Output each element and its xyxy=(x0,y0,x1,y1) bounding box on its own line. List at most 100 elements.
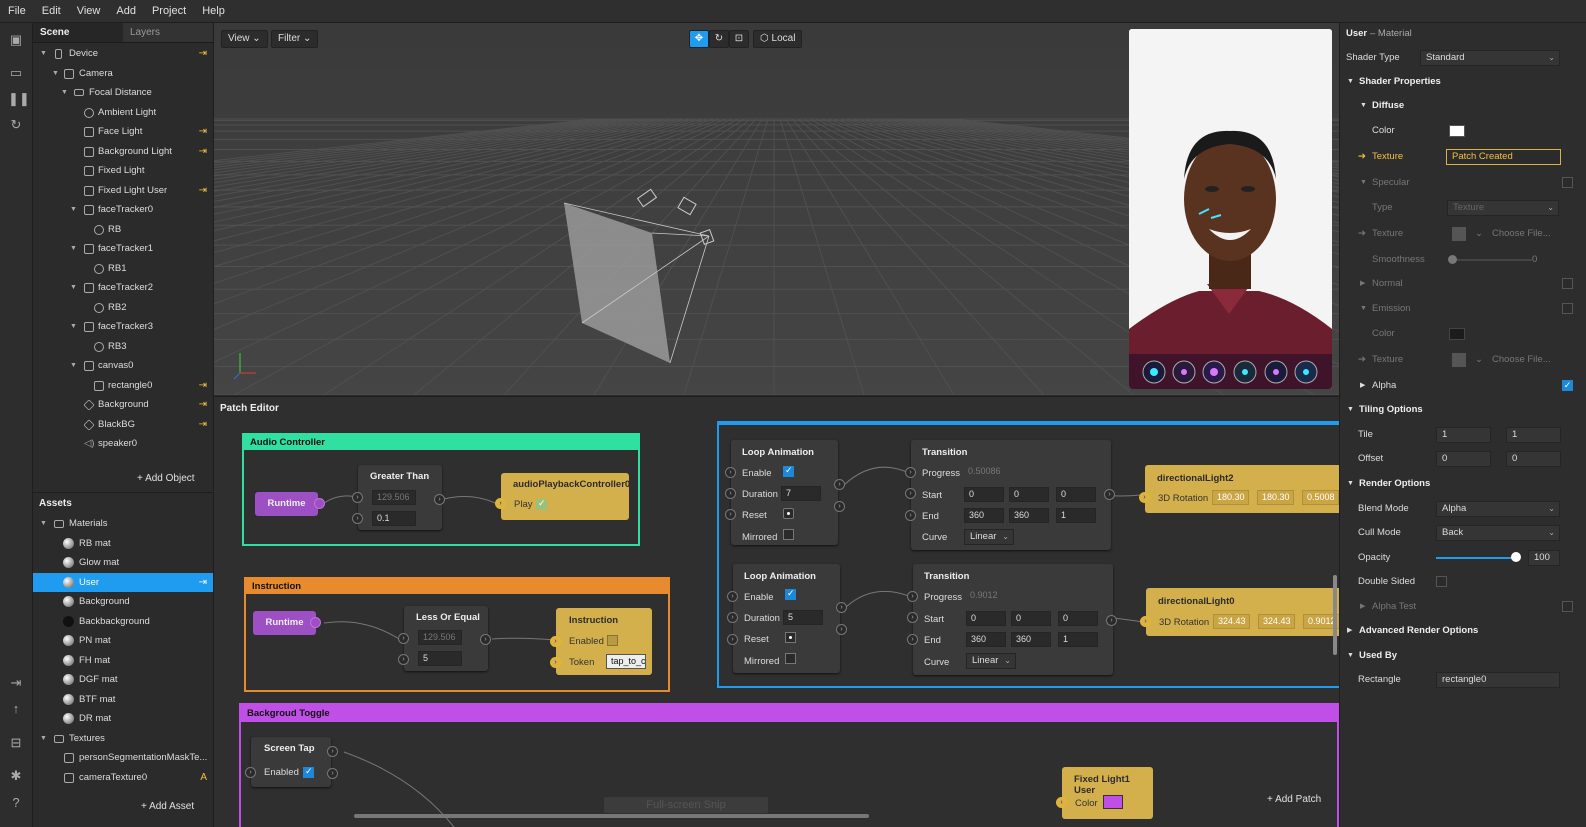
rotate-tool-icon[interactable]: ↻ xyxy=(709,30,729,48)
curve-select[interactable]: Linear ⌄ xyxy=(966,653,1016,669)
input-port[interactable]: › xyxy=(1139,492,1150,503)
tree-item-background-light[interactable]: Background Light ⇥ xyxy=(33,142,213,161)
rotation-y-input[interactable]: 324.43 xyxy=(1258,614,1295,629)
transition-patch[interactable]: Transition › Progress 0.50086 › Start 0 … xyxy=(905,440,1115,550)
asset-rb-mat[interactable]: RB mat xyxy=(33,534,213,553)
opacity-slider-handle[interactable] xyxy=(1511,552,1521,562)
tree-item-facetracker1[interactable]: ▼ faceTracker1 xyxy=(33,239,213,258)
bug-icon[interactable]: ✱ xyxy=(8,768,24,784)
directional-light2-patch[interactable]: directionalLight2 › 3D Rotation 180.30 1… xyxy=(1139,465,1339,513)
duration-input[interactable]: 7 xyxy=(781,486,821,501)
output-port[interactable]: › xyxy=(1104,489,1115,500)
menu-file[interactable]: File xyxy=(0,5,34,17)
reset-pulse[interactable] xyxy=(785,632,796,643)
export-icon[interactable]: ⊟ xyxy=(8,735,24,751)
output-port[interactable]: › xyxy=(480,634,491,645)
tree-item-device[interactable]: ▼ Device ⇥ xyxy=(33,44,213,63)
loop-animation-patch[interactable]: Loop Animation › Enable › Duration 7 › R… xyxy=(725,440,845,545)
input-port[interactable]: › xyxy=(725,488,736,499)
diffuse-section[interactable]: ▼ Diffuse xyxy=(1340,96,1586,116)
tile-y-input[interactable]: 1 xyxy=(1506,427,1561,443)
view-dropdown[interactable]: View ⌄ xyxy=(221,30,268,48)
smoothness-slider[interactable] xyxy=(1452,259,1532,261)
token-input[interactable]: tap_to_c xyxy=(606,654,646,669)
specular-section[interactable]: ▼ Specular xyxy=(1340,173,1586,193)
rotation-x-input[interactable]: 180.30 xyxy=(1212,490,1249,505)
scale-tool-icon[interactable]: ⊡ xyxy=(729,30,749,48)
normal-section[interactable]: ▶ Normal xyxy=(1340,274,1586,294)
background-toggle-group[interactable]: Backgroud Toggle Screen Tap › › Enabled … xyxy=(239,703,1339,827)
tree-item-speaker0[interactable]: ◁) speaker0 xyxy=(33,434,213,453)
diffuse-color-swatch[interactable] xyxy=(1449,125,1465,137)
input-port[interactable]: › xyxy=(398,654,409,665)
instruction-group[interactable]: Instruction Runtime Less Or Equal › 129.… xyxy=(244,577,670,692)
render-options-section[interactable]: ▼ Render Options xyxy=(1340,474,1586,494)
input-port[interactable]: › xyxy=(398,633,409,644)
tree-item-rb2[interactable]: RB2 xyxy=(33,298,213,317)
used-by-section[interactable]: ▼ Used By xyxy=(1340,646,1586,666)
tree-item-camera[interactable]: ▼ Camera xyxy=(33,64,213,83)
refresh-icon[interactable]: ↻ xyxy=(8,117,24,133)
tree-item-fixed-light[interactable]: Fixed Light xyxy=(33,161,213,180)
tree-item-background[interactable]: Background ⇥ xyxy=(33,395,213,414)
input-port[interactable]: › xyxy=(905,488,916,499)
move-tool-icon[interactable]: ✥ xyxy=(689,30,709,48)
audio-controller-group[interactable]: Audio Controller Runtime Greater Than › … xyxy=(242,433,640,546)
directional-light0-patch[interactable]: directionalLight0 › 3D Rotation 324.43 3… xyxy=(1140,588,1339,636)
input-port[interactable]: › xyxy=(352,492,363,503)
help-icon[interactable]: ? xyxy=(8,795,24,811)
output-port[interactable] xyxy=(310,617,321,628)
menu-edit[interactable]: Edit xyxy=(34,5,69,17)
output-port[interactable]: › xyxy=(834,479,845,490)
menu-view[interactable]: View xyxy=(69,5,109,17)
transition-patch-2[interactable]: Transition › Progress 0.9012 › Start 0 0… xyxy=(907,564,1117,675)
alpha-test-checkbox[interactable] xyxy=(1562,601,1573,612)
blend-mode-select[interactable]: Alpha ⌄ xyxy=(1436,501,1560,517)
scene-viewport[interactable]: View ⌄ Filter ⌄ ✥ ↻ ⊡ ⬡ Local xyxy=(214,23,1339,395)
layout-icon[interactable]: ▣ xyxy=(8,32,24,48)
tab-scene[interactable]: Scene xyxy=(33,23,123,42)
less-or-equal-patch[interactable]: Less Or Equal › 129.506 › 5 xyxy=(398,606,488,671)
start-x-input[interactable]: 0 xyxy=(964,487,1004,502)
start-y-input[interactable]: 0 xyxy=(1011,611,1051,626)
output-port[interactable]: › xyxy=(327,768,338,779)
input-port[interactable]: › xyxy=(727,634,738,645)
tile-x-input[interactable]: 1 xyxy=(1436,427,1491,443)
opacity-slider[interactable] xyxy=(1436,557,1516,559)
texture-patch-field[interactable]: Patch Created xyxy=(1446,149,1561,165)
rotation-y-input[interactable]: 180.30 xyxy=(1257,490,1294,505)
tree-item-blackbg[interactable]: BlackBG ⇥ xyxy=(33,415,213,434)
output-port[interactable]: › xyxy=(834,501,845,512)
output-port[interactable]: › xyxy=(836,624,847,635)
runtime-patch[interactable]: Runtime xyxy=(255,492,318,516)
input-port[interactable]: › xyxy=(907,634,918,645)
le-input-2[interactable]: 5 xyxy=(418,651,462,666)
input-port[interactable]: › xyxy=(907,591,918,602)
camera-view-icon[interactable]: ▭ xyxy=(8,65,24,81)
emission-checkbox[interactable] xyxy=(1562,303,1573,314)
tree-item-ambient-light[interactable]: Ambient Light xyxy=(33,103,213,122)
texture-thumb-icon[interactable] xyxy=(1452,227,1466,241)
tree-item-facetracker2[interactable]: ▼ faceTracker2 xyxy=(33,278,213,297)
loop-animation-patch-2[interactable]: Loop Animation › Enable › Duration 5 › R… xyxy=(727,564,847,673)
asset-btf-mat[interactable]: BTF mat xyxy=(33,690,213,709)
asset-background[interactable]: Background xyxy=(33,592,213,611)
local-toggle[interactable]: ⬡ Local xyxy=(753,30,803,48)
alpha-section[interactable]: ▶ Alpha ✓ xyxy=(1340,376,1586,396)
alpha-checkbox[interactable]: ✓ xyxy=(1562,380,1573,391)
curve-select[interactable]: Linear ⌄ xyxy=(964,529,1014,545)
input-port[interactable]: › xyxy=(727,612,738,623)
runtime-patch[interactable]: Runtime xyxy=(253,611,316,635)
opacity-input[interactable]: 100 xyxy=(1528,550,1560,566)
tree-item-rectangle0[interactable]: rectangle0 ⇥ xyxy=(33,376,213,395)
reset-pulse[interactable] xyxy=(783,508,794,519)
mirrored-checkbox[interactable] xyxy=(785,653,796,664)
instruction-patch[interactable]: Instruction › Enabled › Token tap_to_c xyxy=(550,608,652,675)
audio-playback-patch[interactable]: audioPlaybackController0 › Play xyxy=(495,473,630,520)
screen-tap-patch[interactable]: Screen Tap › › Enabled › xyxy=(245,737,338,787)
enabled-checkbox[interactable] xyxy=(607,635,618,646)
output-port[interactable]: › xyxy=(327,746,338,757)
tree-item-face-light[interactable]: Face Light ⇥ xyxy=(33,122,213,141)
tiling-options-section[interactable]: ▼ Tiling Options xyxy=(1340,400,1586,420)
enabled-checkbox[interactable] xyxy=(303,766,314,778)
